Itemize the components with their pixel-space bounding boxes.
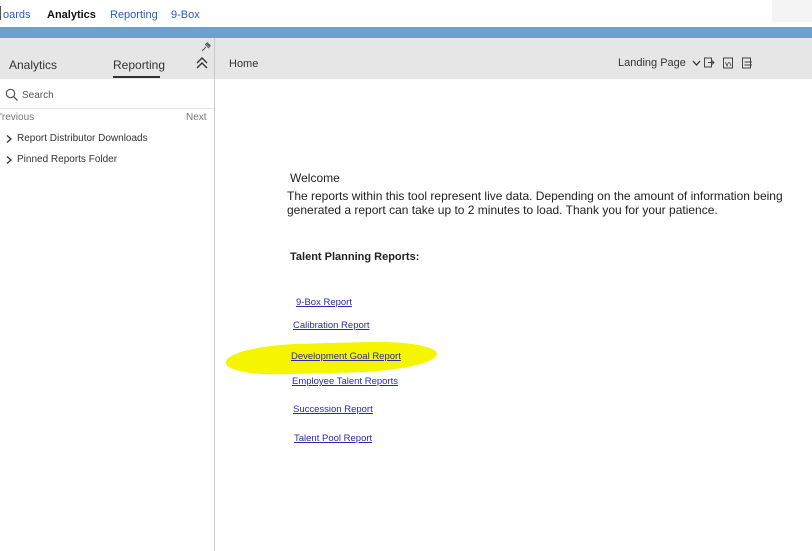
report-link-9-box[interactable]: 9-Box Report [296,297,352,308]
header-banner [0,27,812,38]
tree-item-label: Pinned Reports Folder [17,154,118,165]
tree-item-pinned-reports-folder[interactable]: Pinned Reports Folder [0,153,214,169]
next-link[interactable]: Next [186,112,207,123]
main-content: Welcome The reports within this tool rep… [215,79,812,551]
csv-icon[interactable] [722,56,734,70]
export-icon[interactable] [703,56,715,70]
search-box [0,84,214,106]
section-title: Talent Planning Reports: [290,251,420,263]
home-breadcrumb[interactable]: Home [229,58,258,70]
report-link-talent-pool[interactable]: Talent Pool Report [294,433,372,444]
report-link-development-goal[interactable]: Development Goal Report [291,351,401,362]
report-link-employee-talent[interactable]: Employee Talent Reports [292,376,398,387]
tab-reporting[interactable]: Reporting [113,58,165,72]
search-input[interactable] [22,86,202,104]
nav-item-reporting[interactable]: Reporting [110,9,158,21]
report-link-succession[interactable]: Succession Report [293,404,373,415]
main-header: Home Landing Page [215,38,812,79]
chevron-right-icon[interactable] [5,155,13,165]
print-icon[interactable] [741,56,753,70]
nav-item-dashboards[interactable]: oards [3,9,31,21]
chevron-right-icon[interactable] [5,134,13,144]
tree-item-label: Report Distributor Downloads [17,133,148,144]
previous-link[interactable]: 'revious [0,112,34,123]
landing-page-select[interactable]: Landing Page [618,57,701,69]
report-link-calibration[interactable]: Calibration Report [293,320,370,331]
welcome-heading: Welcome [290,171,340,185]
nav-item-analytics[interactable]: Analytics [47,9,96,21]
intro-text: The reports within this tool represent l… [287,189,783,217]
tab-analytics[interactable]: Analytics [9,58,57,72]
pin-icon[interactable] [200,41,212,53]
left-panel: Analytics Reporting 'revious Next Report… [0,38,215,551]
nav-item-9-box[interactable]: 9-Box [171,9,200,21]
landing-page-select-value: Landing Page [618,57,686,69]
chevron-down-icon [692,60,701,67]
tab-selected-indicator [113,76,160,78]
search-icon [5,88,18,101]
double-chevron-up-icon[interactable] [195,56,209,70]
top-navigation: oards Analytics Reporting 9-Box [0,0,812,27]
search-underline [0,108,214,109]
nav-selection-edge [0,6,1,20]
left-panel-header: Analytics Reporting [0,38,214,79]
nav-right-edge [772,0,812,22]
tree-item-report-distributor-downloads[interactable]: Report Distributor Downloads [0,132,214,148]
